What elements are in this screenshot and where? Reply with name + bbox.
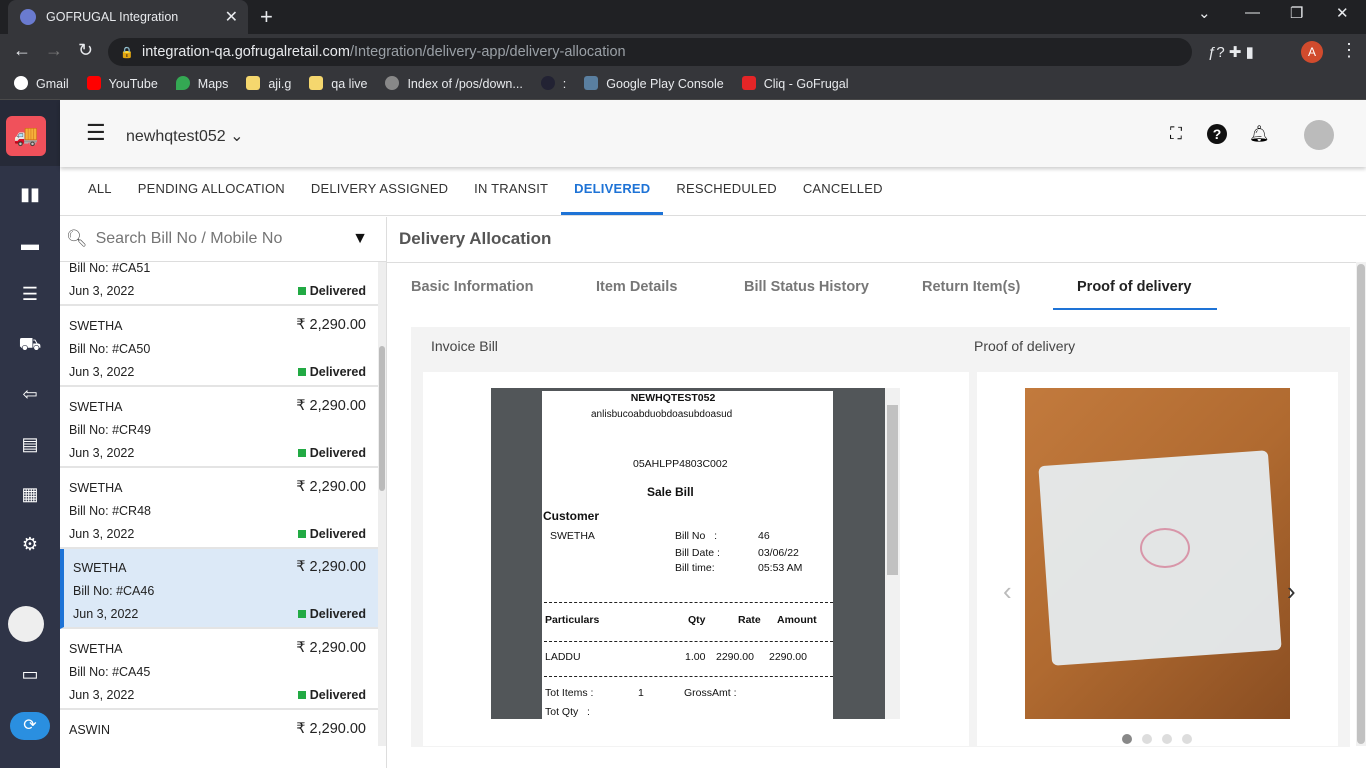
tab-title: GOFRUGAL Integration bbox=[46, 10, 179, 24]
close-window-button[interactable]: ✕ bbox=[1336, 4, 1349, 22]
tab-search-icon[interactable]: ⌄ bbox=[1198, 4, 1211, 22]
tab-rescheduled[interactable]: RESCHEDULED bbox=[663, 167, 789, 215]
settings-gear-icon[interactable]: ⚙ bbox=[0, 534, 60, 555]
back-icon[interactable]: ← bbox=[13, 40, 31, 61]
notification-bell-icon[interactable]: 🔔︎ bbox=[1249, 124, 1269, 144]
delivery-truck-logo-icon: 🚚 bbox=[6, 116, 46, 156]
maximize-button[interactable]: ❐ bbox=[1290, 4, 1303, 22]
tab-all[interactable]: ALL bbox=[75, 167, 125, 215]
status-badge: Delivered bbox=[298, 365, 366, 379]
search-input[interactable] bbox=[95, 230, 346, 248]
invoice-document: NEWHQTEST052 anlisbucoabduobdoasubdoasud… bbox=[542, 391, 833, 719]
store-selector[interactable]: newhqtest052 ⌄ bbox=[126, 126, 244, 146]
browser-menu-icon[interactable]: ⋮ bbox=[1340, 40, 1358, 61]
new-tab-button[interactable]: + bbox=[260, 4, 273, 30]
status-badge: Delivered bbox=[298, 446, 366, 460]
tab-pending-allocation[interactable]: PENDING ALLOCATION bbox=[125, 167, 298, 215]
divider bbox=[386, 262, 1366, 263]
list-icon[interactable]: ☰ bbox=[0, 284, 60, 305]
app-header: ☰ newhqtest052 ⌄ ⛶ ? 🔔︎ bbox=[60, 100, 1366, 167]
tab-in-transit[interactable]: IN TRANSIT bbox=[461, 167, 561, 215]
list-item[interactable]: SWETHA ₹ 2,290.00 Bill No: #CA50 Jun 3, 202… bbox=[60, 307, 378, 387]
tab-return-items[interactable]: Return Item(s) bbox=[922, 279, 1020, 295]
user-avatar[interactable] bbox=[1304, 120, 1334, 150]
extensions-icon[interactable]: ƒ? ✚ ▮ bbox=[1208, 43, 1254, 61]
carousel-dot[interactable] bbox=[1182, 734, 1192, 744]
store-icon[interactable]: ▬ bbox=[0, 234, 60, 255]
carousel-next-icon[interactable]: › bbox=[1287, 576, 1296, 607]
carousel-dot[interactable] bbox=[1142, 734, 1152, 744]
carousel-dots bbox=[1122, 734, 1192, 744]
pdf-scrollbar-thumb[interactable] bbox=[887, 405, 898, 575]
list-item[interactable]: SWETHA ₹ 2,290.00 Bill No: #CR48 Jun 3, 202… bbox=[60, 469, 378, 549]
status-badge: Delivered bbox=[298, 527, 366, 541]
url-host: integration-qa.gofrugalretail.com bbox=[142, 44, 350, 60]
carousel-prev-icon[interactable]: ‹ bbox=[1003, 576, 1012, 607]
tab-cancelled[interactable]: CANCELLED bbox=[790, 167, 896, 215]
tab-item-details[interactable]: Item Details bbox=[596, 279, 677, 295]
close-tab-icon[interactable]: ✕ bbox=[225, 7, 238, 27]
status-badge: Delivered bbox=[298, 607, 366, 621]
search-bar: 🔍︎ ▼ bbox=[60, 217, 386, 262]
bookmark-play-console[interactable]: Google Play Console bbox=[584, 76, 724, 91]
tab-bill-status-history[interactable]: Bill Status History bbox=[744, 279, 869, 295]
carousel-dot[interactable] bbox=[1162, 734, 1172, 744]
bookmark-gmail[interactable]: Gmail bbox=[14, 76, 69, 91]
status-badge: Delivered bbox=[298, 688, 366, 702]
bookmark-index[interactable]: Index of /pos/down... bbox=[385, 76, 523, 91]
list-item-selected[interactable]: SWETHA ₹ 2,290.00 Bill No: #CA46 Jun 3, 202… bbox=[60, 549, 378, 629]
lock-icon: 🔒 bbox=[120, 46, 134, 59]
list-scrollbar-thumb[interactable] bbox=[379, 346, 385, 491]
proof-of-delivery-photo bbox=[1025, 388, 1290, 719]
sync-cloud-icon[interactable]: ⟳ bbox=[10, 712, 50, 740]
bookmark-qa-live[interactable]: qa live bbox=[309, 76, 367, 91]
status-tabs: ALL PENDING ALLOCATION DELIVERY ASSIGNED… bbox=[60, 167, 1366, 216]
bookmark-maps[interactable]: Maps bbox=[175, 76, 228, 91]
list-item[interactable]: ASWIN ₹ 2,290.00 bbox=[60, 711, 378, 746]
tab-basic-information[interactable]: Basic Information bbox=[411, 279, 533, 295]
favicon-icon bbox=[20, 9, 36, 25]
profile-avatar[interactable]: A bbox=[1301, 41, 1323, 63]
carousel-dot-active[interactable] bbox=[1122, 734, 1132, 744]
search-icon: 🔍︎ bbox=[66, 229, 88, 248]
bookmark-aji[interactable]: aji.g bbox=[246, 76, 291, 91]
list-item[interactable]: SWETHA ₹ 2,290.00 Bill No: #CR49 Jun 3, 202… bbox=[60, 388, 378, 468]
return-clipboard-icon[interactable]: ⇦ bbox=[0, 384, 60, 405]
list-scrollbar[interactable] bbox=[378, 262, 386, 746]
help-icon[interactable]: ? bbox=[1207, 124, 1227, 144]
proof-of-delivery-label: Proof of delivery bbox=[974, 338, 1076, 354]
fullscreen-icon[interactable]: ⛶ bbox=[1170, 124, 1182, 144]
bookmarks-bar: Gmail YouTube Maps aji.g qa live Index o… bbox=[0, 68, 1366, 100]
tab-delivered[interactable]: DELIVERED bbox=[561, 167, 664, 215]
url-input[interactable]: 🔒 integration-qa.gofrugalretail.com/Integ… bbox=[108, 38, 1192, 66]
active-tab-indicator bbox=[1053, 308, 1217, 310]
list-item[interactable]: Bill No: #CA51 Jun 3, 2022 Delivered bbox=[60, 262, 378, 306]
dashboard-chart-icon[interactable]: ▮▮ bbox=[0, 184, 60, 205]
filter-icon[interactable]: ▼ bbox=[352, 230, 368, 248]
app-logo: 🚚 bbox=[0, 100, 60, 166]
minimize-button[interactable]: — bbox=[1245, 4, 1260, 21]
bill-list: Bill No: #CA51 Jun 3, 2022 Delivered SWETH… bbox=[60, 262, 378, 746]
chat-icon[interactable]: ▭ bbox=[0, 664, 60, 685]
tab-delivery-assigned[interactable]: DELIVERY ASSIGNED bbox=[298, 167, 461, 215]
browser-tab-bar: GOFRUGAL Integration ✕ + ⌄ — ❐ ✕ bbox=[0, 0, 1366, 34]
bookmark-g[interactable]: : bbox=[540, 76, 566, 91]
page-title: Delivery Allocation bbox=[399, 229, 552, 248]
reload-icon[interactable]: ↻ bbox=[78, 40, 93, 61]
invoice-bill-label: Invoice Bill bbox=[431, 338, 498, 354]
support-avatar-icon[interactable] bbox=[8, 606, 44, 642]
tab-proof-of-delivery[interactable]: Proof of delivery bbox=[1077, 279, 1191, 295]
bookmark-cliq[interactable]: Cliq - GoFrugal bbox=[741, 76, 848, 91]
list-item[interactable]: SWETHA ₹ 2,290.00 Bill No: #CA45 Jun 3, 202… bbox=[60, 630, 378, 710]
document-icon[interactable]: ▤ bbox=[0, 434, 60, 455]
status-badge: Delivered bbox=[298, 284, 366, 298]
truck-icon[interactable]: ⛟ bbox=[0, 334, 60, 358]
hamburger-menu-icon[interactable]: ☰ bbox=[86, 120, 106, 146]
browser-tab[interactable]: GOFRUGAL Integration ✕ bbox=[8, 0, 248, 34]
bookmark-youtube[interactable]: YouTube bbox=[86, 76, 158, 91]
detail-scrollbar[interactable] bbox=[1356, 262, 1366, 746]
url-path: /Integration/delivery-app/delivery-alloc… bbox=[349, 44, 626, 60]
forward-icon[interactable]: → bbox=[45, 40, 63, 61]
calendar-icon[interactable]: ▦ bbox=[0, 484, 60, 505]
